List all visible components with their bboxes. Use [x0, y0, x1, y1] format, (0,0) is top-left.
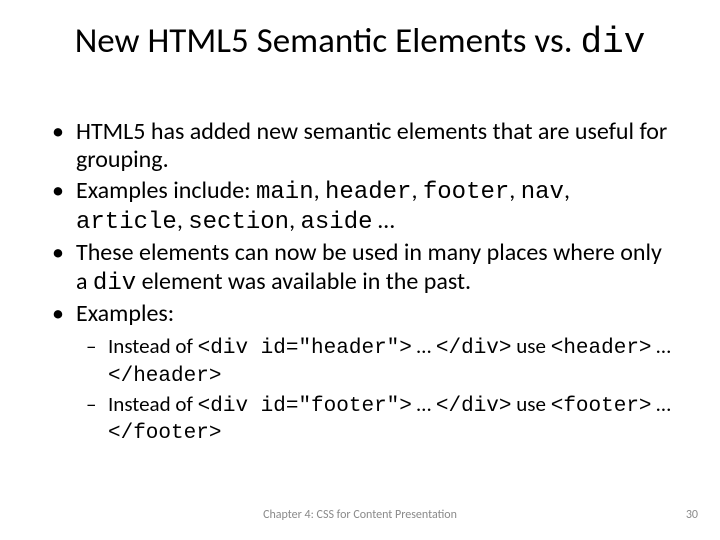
code-span: nav — [521, 179, 564, 206]
tail: … — [373, 206, 395, 235]
sub-list: Instead of <div id="header"> … </div> us… — [84, 334, 678, 447]
sep: , — [411, 176, 422, 205]
bullet-item: Examples include: main, header, footer, … — [48, 177, 678, 238]
sep: , — [289, 206, 300, 235]
sep: , — [509, 176, 520, 205]
sub-text: Instead of — [108, 391, 198, 417]
code-span: </header> — [108, 365, 221, 388]
sub-text: … — [412, 391, 436, 417]
bullet-text: element was available in the past. — [136, 267, 471, 296]
title-text: New HTML5 Semantic Elements vs. — [75, 20, 581, 62]
sub-text: use — [512, 333, 551, 359]
code-span: <div id="footer"> — [198, 395, 412, 418]
bullet-text: Examples include: — [76, 176, 256, 205]
slide: New HTML5 Semantic Elements vs. div HTML… — [0, 0, 720, 540]
sub-text: Instead of — [108, 333, 198, 359]
bullet-text: HTML5 has added new semantic elements th… — [76, 117, 667, 174]
slide-title: New HTML5 Semantic Elements vs. div — [0, 20, 720, 63]
code-span: <header> — [551, 337, 652, 360]
code-span: article — [76, 209, 177, 236]
bullet-list: HTML5 has added new semantic elements th… — [48, 118, 678, 447]
sub-text: … — [412, 333, 436, 359]
code-span: main — [256, 179, 314, 206]
sub-text: use — [512, 391, 551, 417]
page-number: 30 — [686, 508, 698, 522]
code-span: div — [93, 270, 136, 297]
sub-text: … — [652, 391, 671, 417]
footer-text: Chapter 4: CSS for Content Presentation — [0, 508, 720, 522]
bullet-item: These elements can now be used in many p… — [48, 239, 678, 298]
bullet-item: Examples: Instead of <div id="header"> …… — [48, 300, 678, 447]
bullet-item: HTML5 has added new semantic elements th… — [48, 118, 678, 175]
code-span: header — [325, 179, 411, 206]
title-code: div — [581, 22, 646, 63]
sep: , — [314, 176, 325, 205]
sub-item: Instead of <div id="footer"> … </div> us… — [84, 392, 678, 448]
code-span: </div> — [436, 337, 512, 360]
bullet-text: Examples: — [76, 299, 174, 328]
code-span: </footer> — [108, 422, 221, 445]
sub-item: Instead of <div id="header"> … </div> us… — [84, 334, 678, 390]
code-span: <footer> — [551, 395, 652, 418]
sep: , — [177, 206, 188, 235]
sub-text: … — [652, 333, 671, 359]
code-span: aside — [301, 209, 373, 236]
sep: , — [564, 176, 570, 205]
code-span: footer — [423, 179, 509, 206]
code-span: <div id="header"> — [198, 337, 412, 360]
code-span: </div> — [436, 395, 512, 418]
slide-body: HTML5 has added new semantic elements th… — [48, 118, 678, 449]
code-span: section — [188, 209, 289, 236]
